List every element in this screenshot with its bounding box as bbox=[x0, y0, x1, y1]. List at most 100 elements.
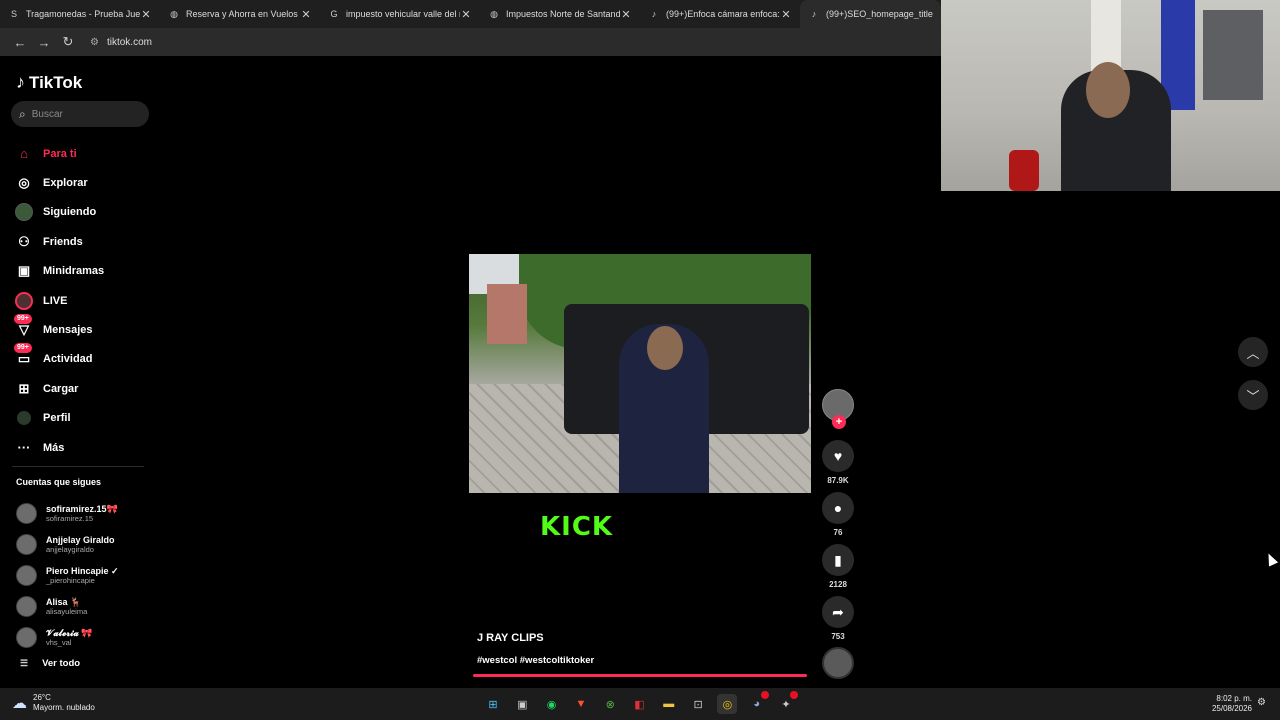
account-name: Anjjelay Giraldo bbox=[46, 535, 115, 545]
video-author[interactable]: J RAY CLIPS bbox=[477, 632, 544, 644]
forward-arrow-icon[interactable]: → bbox=[32, 30, 56, 54]
browser-tab[interactable]: ◍ Reserva y Ahorra en Vuelos y H✕ bbox=[160, 0, 320, 28]
nav-friends[interactable]: ⚇ Friends bbox=[14, 227, 104, 256]
reload-icon[interactable]: ↻ bbox=[56, 30, 80, 54]
globe-icon: ◍ bbox=[170, 8, 178, 19]
following-account[interactable]: sofiramirez.15🎀 sofiramirez.15 bbox=[16, 498, 119, 529]
app-icon[interactable]: ✦ bbox=[776, 691, 798, 714]
profile-avatar-icon bbox=[14, 408, 34, 428]
nav-explore[interactable]: ◎ Explorar bbox=[14, 168, 104, 197]
task-view-icon[interactable]: ▣ bbox=[512, 694, 532, 714]
comment-icon[interactable]: ● bbox=[822, 492, 854, 524]
nav-activity[interactable]: ▭ 99+ Actividad bbox=[14, 343, 104, 374]
following-account[interactable]: Anjjelay Giraldo anjjelaygiraldo bbox=[16, 529, 119, 560]
account-handle: _pierohincapie bbox=[46, 576, 95, 585]
account-handle: vhs_val bbox=[46, 638, 72, 647]
save-action[interactable]: ▮ 2128 bbox=[822, 544, 854, 589]
sidebar: ♪ TikTok ⌕ Buscar ⌂ Para ti ◎ Explorar Sigui… bbox=[0, 58, 160, 688]
video-building bbox=[487, 284, 527, 344]
video-actions: + ♥ 87.9K ● 76 ▮ 2128 ➦ 753 bbox=[822, 389, 854, 641]
browser-tab[interactable]: ◍ Impuestos Norte de Santander ✕ bbox=[480, 0, 640, 28]
nav-more[interactable]: ··· Más bbox=[14, 433, 104, 462]
nav-label: Perfil bbox=[43, 412, 71, 425]
following-account[interactable]: 𝓥𝓪𝓵𝓮𝓻𝓲𝓪 🎀 vhs_val bbox=[16, 622, 119, 653]
browser-tab[interactable]: ♪ (99+)Enfoca cámara enfoca: Fai✕ bbox=[640, 0, 800, 28]
tiktok-icon: ♪ bbox=[16, 72, 25, 92]
url-text: tiktok.com bbox=[106, 36, 152, 48]
search-input[interactable]: ⌕ Buscar bbox=[11, 101, 149, 127]
notification-icon[interactable]: ⚙ bbox=[1257, 697, 1266, 708]
tab-favicon: S bbox=[10, 9, 17, 19]
browser-tab[interactable]: Gimpuesto vehicular valle del ro ✕ bbox=[320, 0, 480, 28]
following-account[interactable]: Piero Hincapie ✓ _pierohincapie bbox=[16, 560, 119, 591]
share-icon[interactable]: ➦ bbox=[822, 596, 854, 628]
site-info-icon[interactable]: ⚙ bbox=[90, 37, 99, 48]
nav-messages[interactable]: ▽ 99+ Mensajes bbox=[14, 314, 104, 344]
sidebar-divider bbox=[12, 466, 144, 467]
following-account[interactable]: Alisa 🦌 alisayuleima bbox=[16, 591, 119, 622]
creator-avatar[interactable]: + bbox=[822, 389, 854, 429]
browser-tab[interactable]: S Tragamonedas - Prueba Juegos✕ bbox=[0, 0, 160, 28]
activity-badge: 99+ bbox=[14, 343, 32, 354]
address-bar-row: ← → ↻ ⚙ tiktok.com bbox=[0, 28, 941, 56]
previous-video-button[interactable]: ︿ bbox=[1238, 337, 1268, 367]
nav-label: Explorar bbox=[43, 177, 88, 190]
bookmark-icon[interactable]: ▮ bbox=[822, 544, 854, 576]
video-player[interactable] bbox=[469, 254, 811, 493]
nav-label: LIVE bbox=[43, 294, 68, 307]
discord-icon[interactable]: ◕ bbox=[747, 691, 769, 714]
nav-for-you[interactable]: ⌂ Para ti bbox=[14, 139, 104, 168]
nav-label: Cargar bbox=[43, 382, 79, 395]
chrome-icon[interactable]: ◎ bbox=[717, 694, 738, 714]
comment-count: 76 bbox=[833, 528, 843, 537]
nav-profile[interactable]: Perfil bbox=[14, 404, 104, 433]
system-clock[interactable]: 8:02 p. m. 25/08/2026 bbox=[1206, 694, 1252, 714]
nav-label: Friends bbox=[43, 235, 83, 248]
close-tab-icon[interactable]: ✕ bbox=[620, 8, 632, 21]
account-name: sofiramirez.15🎀 bbox=[46, 504, 118, 514]
windows-start-icon[interactable]: ⊞ bbox=[483, 694, 503, 714]
messages-badge: 99+ bbox=[14, 314, 32, 325]
xbox-icon[interactable]: ⊗ bbox=[600, 694, 620, 714]
brave-icon[interactable]: ▼ bbox=[571, 694, 591, 714]
friends-icon: ⚇ bbox=[18, 233, 30, 249]
search-icon: ⌕ bbox=[19, 106, 26, 121]
nav-minidramas[interactable]: ▣ Minidramas bbox=[14, 257, 104, 286]
nav-following[interactable]: Siguiendo bbox=[14, 198, 104, 227]
file-explorer-icon[interactable]: ▬ bbox=[659, 694, 679, 714]
close-tab-icon[interactable]: ✕ bbox=[460, 8, 472, 21]
close-tab-icon[interactable]: ✕ bbox=[140, 8, 152, 21]
music-disc-avatar[interactable] bbox=[822, 647, 854, 679]
next-video-button[interactable]: ﹀ bbox=[1238, 380, 1268, 410]
close-tab-icon[interactable]: ✕ bbox=[300, 8, 312, 21]
weather-widget[interactable]: ☁ 26°C Mayorm. nublado bbox=[12, 693, 95, 713]
webcam-overlay bbox=[941, 0, 1280, 191]
close-tab-icon[interactable]: ✕ bbox=[780, 8, 792, 21]
nav-label: Más bbox=[43, 441, 65, 454]
tab-favicon: G bbox=[330, 9, 338, 19]
tiktok-logo[interactable]: ♪ TikTok bbox=[16, 72, 82, 93]
tab-title: Reserva y Ahorra en Vuelos y H bbox=[186, 9, 300, 19]
video-progress-bar[interactable] bbox=[473, 674, 807, 677]
back-arrow-icon[interactable]: ← bbox=[8, 30, 32, 54]
store-icon[interactable]: ⊡ bbox=[688, 694, 708, 714]
share-action[interactable]: ➦ 753 bbox=[822, 596, 854, 641]
follow-plus-icon[interactable]: + bbox=[832, 415, 846, 429]
video-hashtags[interactable]: #westcol #westcoltiktoker bbox=[477, 655, 594, 666]
avatar bbox=[16, 596, 37, 617]
clock-time: 8:02 p. m. bbox=[1216, 694, 1252, 703]
nav-live[interactable]: LIVE bbox=[14, 286, 104, 315]
red-app-icon[interactable]: ◧ bbox=[629, 694, 649, 714]
spotify-icon[interactable]: ◉ bbox=[542, 694, 562, 714]
see-all-button[interactable]: ☰ Ver todo bbox=[20, 658, 80, 669]
mouse-cursor bbox=[1263, 551, 1279, 567]
comment-action[interactable]: ● 76 bbox=[822, 492, 854, 537]
like-action[interactable]: ♥ 87.9K bbox=[822, 440, 854, 485]
url-field[interactable]: ⚙ tiktok.com bbox=[90, 32, 933, 52]
tiktok-icon: ♪ bbox=[651, 9, 657, 19]
heart-icon[interactable]: ♥ bbox=[822, 440, 854, 472]
browser-tab-active[interactable]: ♪ (99+)SEO_homepage_title bbox=[800, 0, 941, 28]
nav-label: Para ti bbox=[43, 147, 77, 160]
upload-icon: ⊞ bbox=[18, 380, 30, 396]
nav-upload[interactable]: ⊞ Cargar bbox=[14, 374, 104, 403]
